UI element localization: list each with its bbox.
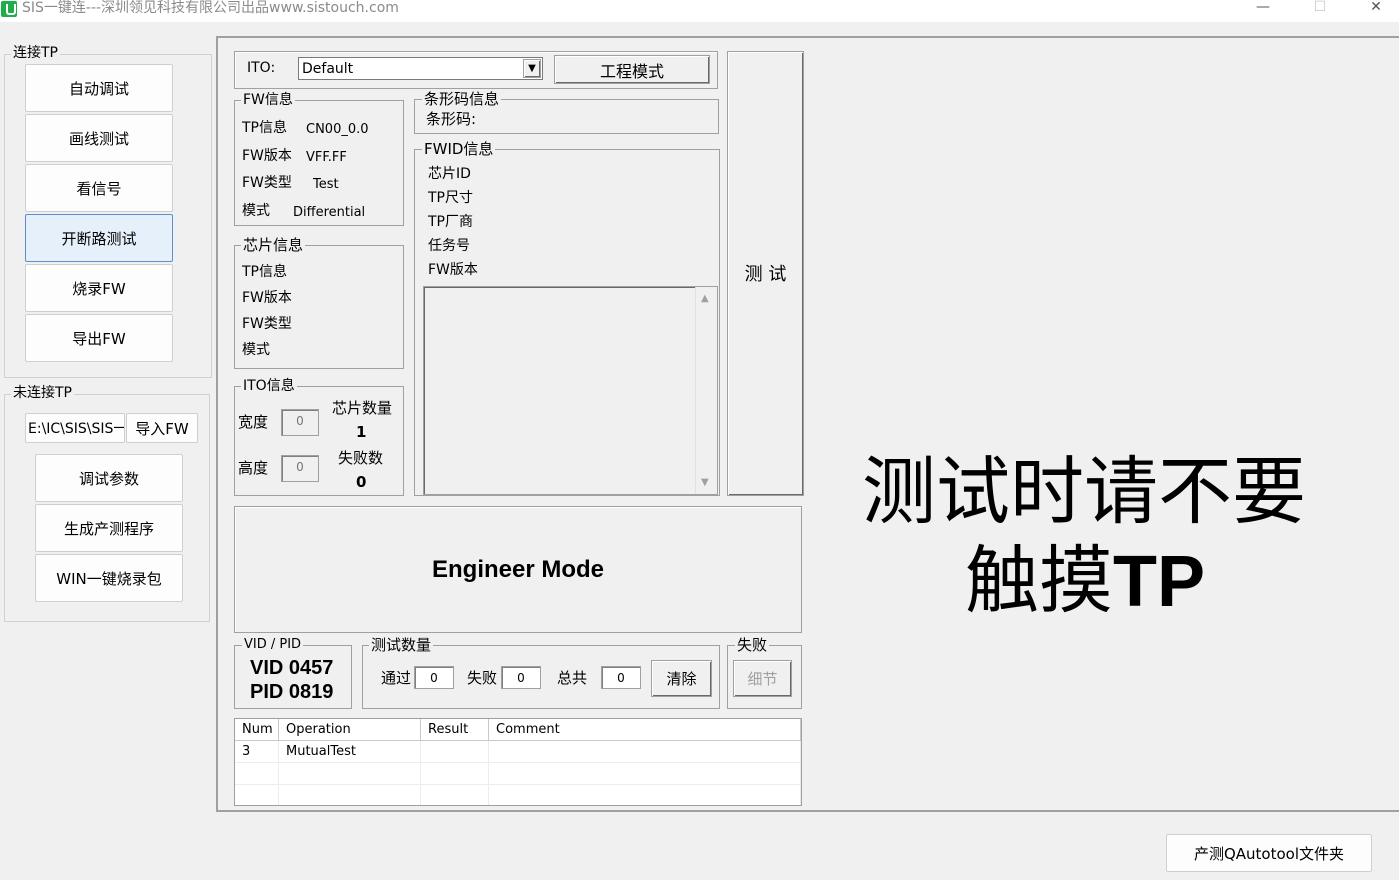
table-header-result[interactable]: Result (421, 719, 489, 741)
table-cell-operation (279, 763, 421, 785)
table-cell-operation (279, 785, 421, 805)
warning-line2: 触摸TP (965, 537, 1205, 646)
fw-info-label-3: 模式 (242, 202, 270, 219)
table-row[interactable]: 3 MutualTest (235, 741, 801, 763)
width-label: 宽度 (238, 413, 269, 431)
fw-info-label-1: FW版本 (242, 147, 292, 164)
table-cell-operation: MutualTest (279, 741, 421, 763)
fwid-label-3: 任务号 (428, 238, 470, 254)
table-header-operation[interactable]: Operation (279, 719, 421, 741)
scroll-up-icon[interactable]: ▲ (701, 293, 709, 304)
fail-field[interactable]: 0 (501, 666, 541, 689)
chip-info-label-0: TP信息 (242, 264, 287, 280)
disconnected-tp-label: 未连接TP (11, 385, 74, 401)
connected-button-4[interactable]: 烧录FW (25, 264, 173, 312)
connected-button-0[interactable]: 自动调试 (25, 64, 173, 112)
table-cell-num (235, 763, 279, 785)
scroll-down-icon[interactable]: ▼ (701, 477, 709, 488)
ito-select[interactable]: Default ▼ (298, 57, 543, 80)
connected-tp-label: 连接TP (11, 45, 60, 61)
table-header-comment[interactable]: Comment (489, 719, 801, 741)
table-row[interactable] (235, 763, 801, 785)
fwid-log-textarea[interactable]: ▲ ▼ (423, 286, 718, 495)
test-button[interactable]: 测 试 (727, 51, 804, 496)
fw-info-value-2: Test (313, 177, 339, 192)
test-count-title: 测试数量 (369, 636, 434, 654)
fw-info-value-0: CN00_0.0 (306, 122, 369, 137)
scrollbar[interactable]: ▲ ▼ (695, 287, 717, 494)
ito-info-title: ITO信息 (241, 378, 297, 394)
window-title: SIS一键连---深圳领见科技有限公司出品www.sistouch.com (22, 0, 399, 16)
total-label: 总共 (557, 669, 588, 687)
connected-button-3[interactable]: 开断路测试 (25, 214, 173, 262)
table-cell-num (235, 785, 279, 805)
vidpid-title: VID / PID (242, 637, 304, 653)
fw-info-label-2: FW类型 (242, 175, 292, 191)
table-header-num[interactable]: Num (235, 719, 279, 741)
width-field[interactable]: 0 (281, 409, 319, 436)
ito-select-value: Default (302, 61, 354, 77)
warning-line2-en: TP (1113, 542, 1206, 622)
engineering-mode-button[interactable]: 工程模式 (554, 55, 710, 84)
close-button[interactable]: ✕ (1353, 0, 1399, 16)
pass-field[interactable]: 0 (414, 666, 454, 689)
fail-label: 失败 (467, 669, 498, 687)
clear-button[interactable]: 清除 (651, 660, 712, 697)
fwid-title: FWID信息 (422, 140, 496, 158)
disconnected-button-1[interactable]: 生成产测程序 (35, 504, 183, 552)
connected-button-1[interactable]: 画线测试 (25, 114, 173, 162)
barcode-title: 条形码信息 (422, 90, 502, 108)
qautotool-folder-button[interactable]: 产测QAutotool文件夹 (1166, 834, 1372, 872)
height-label: 高度 (238, 459, 269, 477)
fail-count-value: 0 (356, 473, 367, 491)
detail-button[interactable]: 细节 (733, 660, 792, 697)
chevron-down-icon[interactable]: ▼ (523, 59, 541, 78)
fwid-label-4: FW版本 (428, 262, 478, 278)
ito-label: ITO: (247, 60, 276, 76)
barcode-label: 条形码: (426, 110, 477, 128)
chip-info-label-1: FW版本 (242, 290, 292, 306)
warning-line2-cn: 触摸 (965, 538, 1113, 624)
results-table[interactable]: Num Operation Result Comment 3 MutualTest (234, 718, 802, 806)
height-field[interactable]: 0 (281, 455, 319, 482)
maximize-button[interactable]: ☐ (1297, 0, 1343, 16)
total-field[interactable]: 0 (601, 666, 641, 689)
title-bar: SIS一键连---深圳领见科技有限公司出品www.sistouch.com — … (0, 0, 1399, 22)
warning-line1: 测试时请不要 (862, 449, 1306, 535)
fwid-label-2: TP厂商 (428, 214, 473, 230)
table-cell-comment (489, 763, 801, 785)
mode-banner: Engineer Mode (234, 506, 802, 633)
import-fw-button[interactable]: 导入FW (126, 413, 198, 443)
vid-value: VID 0457 (250, 657, 334, 679)
table-cell-result (421, 741, 489, 763)
connected-button-2[interactable]: 看信号 (25, 164, 173, 212)
fw-info-value-1: VFF.FF (306, 149, 347, 165)
chip-info-title: 芯片信息 (241, 236, 306, 254)
connected-button-5[interactable]: 导出FW (25, 314, 173, 362)
chip-count-value: 1 (356, 423, 367, 441)
fwid-label-1: TP尺寸 (428, 190, 473, 206)
pass-label: 通过 (381, 669, 412, 687)
table-cell-comment (489, 741, 801, 763)
fw-info-value-3: Differential (293, 204, 366, 220)
chip-info-label-3: 模式 (242, 342, 270, 358)
chip-count-label: 芯片数量 (332, 399, 393, 417)
fw-path-field[interactable]: E:\IC\SIS\SIS一 (25, 413, 125, 443)
table-row[interactable] (235, 785, 801, 805)
fw-info-label-0: TP信息 (242, 120, 287, 136)
fail-group-title: 失败 (735, 636, 770, 654)
disconnected-button-2[interactable]: WIN一键烧录包 (35, 554, 183, 602)
table-cell-result (421, 785, 489, 805)
table-cell-num: 3 (235, 741, 279, 763)
table-cell-comment (489, 785, 801, 805)
disconnected-button-0[interactable]: 调试参数 (35, 454, 183, 502)
chip-info-label-2: FW类型 (242, 316, 292, 332)
minimize-button[interactable]: — (1240, 0, 1286, 16)
app-icon (1, 1, 17, 17)
pid-value: PID 0819 (250, 681, 334, 703)
fw-info-title: FW信息 (241, 92, 295, 108)
fail-count-label: 失败数 (338, 449, 384, 467)
table-cell-result (421, 763, 489, 785)
fwid-label-0: 芯片ID (428, 166, 471, 182)
